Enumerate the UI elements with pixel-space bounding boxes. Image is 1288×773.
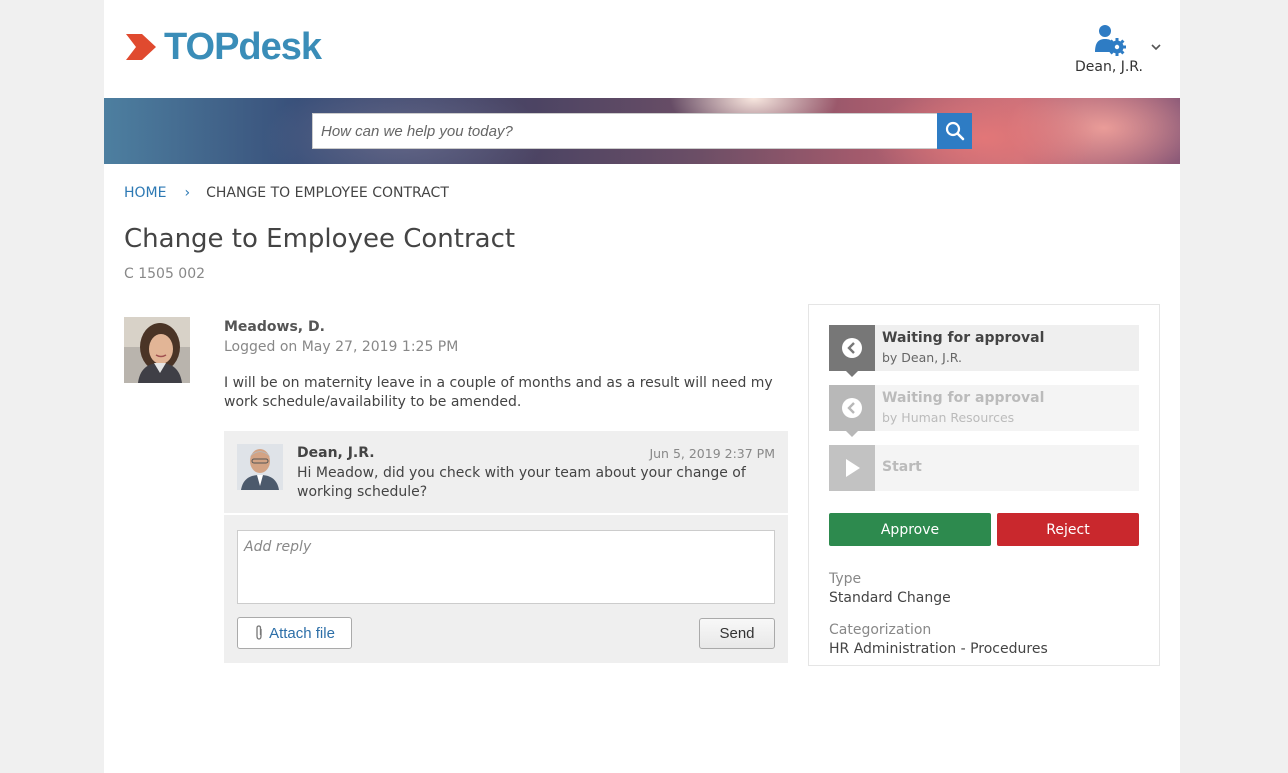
play-icon [829,445,875,491]
user-menu[interactable]: Dean, J.R. [1074,22,1144,75]
user-settings-icon [1095,25,1126,56]
breadcrumb-current: CHANGE TO EMPLOYEE CONTRACT [206,185,449,201]
step-notch [846,371,858,377]
categorization-label: Categorization [829,622,932,638]
step-subtitle: by Dean, J.R. [882,350,963,365]
comment-timestamp: Jun 5, 2019 2:37 PM [649,446,775,461]
clock-icon [829,385,875,431]
request-number: C 1505 002 [124,266,206,282]
page: TOPdesk Dean, J.R. How can we help you t… [104,0,1180,773]
breadcrumb-separator-icon: › [184,185,191,201]
step-subtitle: by Human Resources [882,410,1015,425]
breadcrumb: HOME › CHANGE TO EMPLOYEE CONTRACT [124,185,449,201]
user-name: Dean, J.R. [1074,59,1143,75]
step-title: Start [882,459,922,475]
search-input[interactable] [312,113,937,149]
hero-banner [104,98,1180,164]
send-button[interactable]: Send [699,618,775,649]
request-description: I will be on maternity leave in a couple… [224,375,773,410]
step-notch [846,431,858,437]
chevron-down-icon[interactable] [1149,40,1163,54]
requester-name: Meadows, D. [224,319,325,335]
logo-mark-icon [126,34,156,60]
search-button[interactable] [937,113,972,149]
clock-icon [829,325,875,371]
paperclip-icon [256,625,262,640]
approve-button[interactable]: Approve [829,513,991,546]
reply-input[interactable] [237,530,775,604]
attach-file-label: Attach file [269,624,335,642]
reject-button[interactable]: Reject [997,513,1139,546]
logo-text: TOPdesk [164,26,322,68]
commenter-avatar [237,444,283,490]
workflow-step: Start [829,445,1139,491]
search-icon [945,121,964,141]
comment-author: Dean, J.R. [297,445,375,461]
comment-item: Dean, J.R. Jun 5, 2019 2:37 PM Hi Meadow… [224,431,788,515]
step-title: Waiting for approval [882,330,1045,346]
requester-avatar [124,317,190,383]
search-bar [312,113,972,149]
attach-file-button[interactable]: Attach file [237,617,352,649]
topdesk-logo[interactable]: TOPdesk [124,26,322,68]
type-value: Standard Change [829,590,951,606]
comment-text: Hi Meadow, did you check with your team … [297,465,746,500]
step-title: Waiting for approval [882,390,1045,406]
categorization-value: HR Administration - Procedures [829,641,1048,657]
workflow-step: Waiting for approval by Dean, J.R. [829,325,1139,377]
logged-timestamp: Logged on May 27, 2019 1:25 PM [224,339,459,355]
breadcrumb-home-link[interactable]: HOME [124,185,166,201]
page-title: Change to Employee Contract [124,224,516,254]
workflow-step: Waiting for approval by Human Resources [829,385,1139,437]
conversation-thread: Dean, J.R. Jun 5, 2019 2:37 PM Hi Meadow… [224,431,788,663]
approval-panel: Waiting for approval by Dean, J.R. Waiti… [808,304,1160,666]
type-label: Type [829,571,862,587]
